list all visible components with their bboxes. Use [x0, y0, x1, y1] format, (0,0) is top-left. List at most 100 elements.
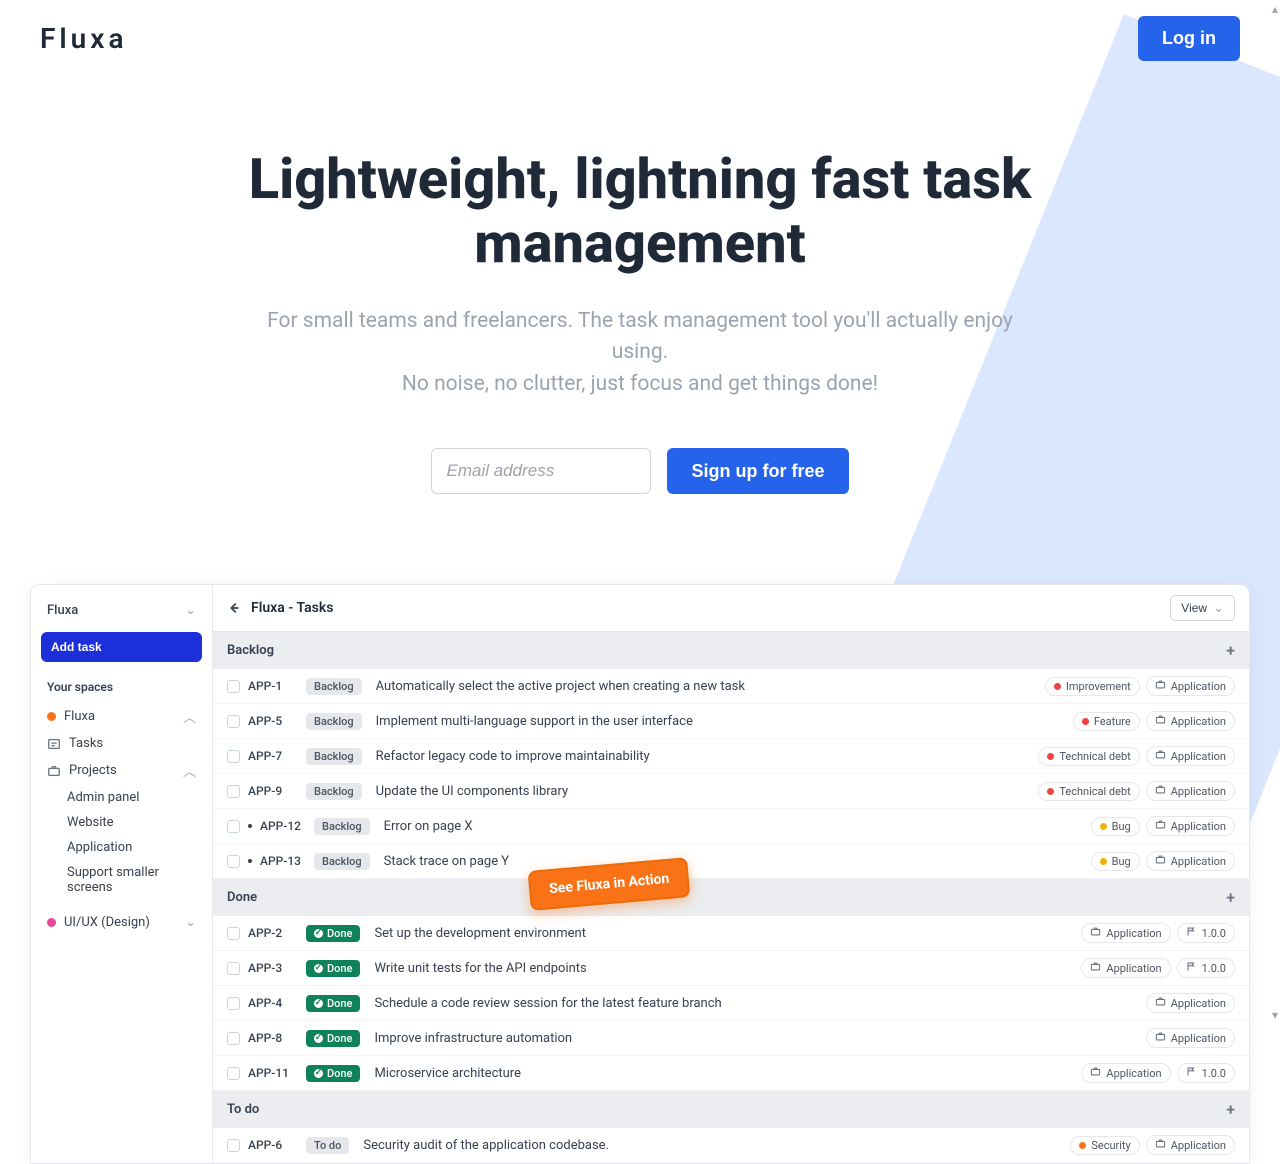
view-button-label: View: [1181, 601, 1207, 615]
sidebar-item-label: Website: [67, 815, 114, 830]
hero-subtitle-2: No noise, no clutter, just focus and get…: [250, 369, 1030, 401]
task-checkbox[interactable]: [227, 1032, 240, 1045]
status-chip: Done: [306, 925, 360, 942]
task-checkbox[interactable]: [227, 927, 240, 940]
task-checkbox[interactable]: [227, 855, 240, 868]
type-color-dot: [1047, 753, 1054, 760]
task-title: Security audit of the application codeba…: [363, 1138, 1062, 1153]
type-color-dot: [1047, 788, 1054, 795]
signup-button[interactable]: Sign up for free: [667, 448, 848, 494]
add-task-button[interactable]: Add task: [41, 632, 202, 662]
project-pill: Application: [1146, 851, 1235, 871]
status-chip: Backlog: [306, 783, 362, 800]
flag-icon: [1186, 961, 1197, 975]
task-row[interactable]: APP-7BacklogRefactor legacy code to impr…: [213, 739, 1249, 774]
sidebar-item-uiux[interactable]: UI/UX (Design) ⌄: [41, 910, 202, 935]
project-pill: Application: [1146, 676, 1235, 696]
project-pill: Application: [1146, 816, 1235, 836]
status-chip: Backlog: [306, 748, 362, 765]
briefcase-icon: [1155, 714, 1166, 728]
sidebar-item-website[interactable]: Website: [41, 810, 202, 835]
space-color-dot: [47, 712, 56, 721]
add-task-icon[interactable]: +: [1226, 888, 1235, 907]
sidebar-item-label: Admin panel: [67, 790, 139, 805]
type-pill: Bug: [1091, 817, 1140, 836]
brand-logo[interactable]: Fluxa: [40, 22, 128, 55]
task-row[interactable]: APP-5BacklogImplement multi-language sup…: [213, 704, 1249, 739]
sidebar-item-label: UI/UX (Design): [64, 915, 150, 930]
task-title: Update the UI components library: [376, 784, 1031, 799]
task-checkbox[interactable]: [227, 1067, 240, 1080]
app-sidebar: Fluxa ⌄ Add task Your spaces Fluxa ︿ Tas…: [31, 585, 213, 1163]
sidebar-item-label: Support smaller screens: [67, 865, 196, 895]
version-pill: 1.0.0: [1177, 1063, 1235, 1083]
briefcase-icon: [1155, 679, 1166, 693]
login-button[interactable]: Log in: [1138, 16, 1240, 61]
project-pill: Application: [1146, 1028, 1235, 1048]
project-pill: Application: [1146, 746, 1235, 766]
project-pill: Application: [1081, 958, 1170, 978]
section-title: To do: [227, 1102, 259, 1117]
briefcase-icon: [1155, 819, 1166, 833]
briefcase-icon: [1155, 1031, 1166, 1045]
sidebar-item-support-smaller[interactable]: Support smaller screens: [41, 860, 202, 900]
task-row[interactable]: APP-3DoneWrite unit tests for the API en…: [213, 951, 1249, 986]
type-color-dot: [1082, 718, 1089, 725]
briefcase-icon: [47, 764, 61, 778]
hero-subtitle-1: For small teams and freelancers. The tas…: [250, 306, 1030, 369]
version-pill: 1.0.0: [1177, 923, 1235, 943]
add-task-icon[interactable]: +: [1226, 1100, 1235, 1119]
add-task-icon[interactable]: +: [1226, 641, 1235, 660]
scrollbar-down-icon[interactable]: ▾: [1272, 1008, 1278, 1022]
task-id: APP-5: [248, 714, 298, 728]
task-id: APP-2: [248, 926, 298, 940]
sidebar-item-tasks[interactable]: Tasks: [41, 731, 202, 756]
task-row[interactable]: APP-6To doSecurity audit of the applicat…: [213, 1128, 1249, 1163]
task-id: APP-12: [260, 819, 306, 833]
scrollbar-up-icon[interactable]: ▴: [1272, 2, 1278, 16]
task-checkbox[interactable]: [227, 1139, 240, 1152]
task-checkbox[interactable]: [227, 715, 240, 728]
task-id: APP-7: [248, 749, 298, 763]
task-row[interactable]: APP-8DoneImprove infrastructure automati…: [213, 1021, 1249, 1056]
sidebar-item-label: Fluxa: [64, 709, 95, 724]
project-pill: Application: [1146, 781, 1235, 801]
workspace-selector[interactable]: Fluxa ⌄: [41, 597, 202, 632]
status-chip: Done: [306, 1030, 360, 1047]
workspace-name: Fluxa: [47, 603, 78, 618]
briefcase-icon: [1090, 926, 1101, 940]
task-row[interactable]: APP-11DoneMicroservice architectureAppli…: [213, 1056, 1249, 1091]
task-row[interactable]: APP-2DoneSet up the development environm…: [213, 916, 1249, 951]
task-row[interactable]: APP-1BacklogAutomatically select the act…: [213, 669, 1249, 704]
briefcase-icon: [1155, 749, 1166, 763]
sidebar-item-application[interactable]: Application: [41, 835, 202, 860]
task-checkbox[interactable]: [227, 680, 240, 693]
task-checkbox[interactable]: [227, 820, 240, 833]
task-checkbox[interactable]: [227, 785, 240, 798]
email-input[interactable]: [431, 448, 651, 494]
task-id: APP-9: [248, 784, 298, 798]
task-title: Microservice architecture: [374, 1066, 1073, 1081]
task-row[interactable]: APP-9 Backlog Update the UI components lib…: [213, 774, 1249, 809]
task-row[interactable]: APP-13BacklogStack trace on page YBugApp…: [213, 844, 1249, 879]
task-checkbox[interactable]: [227, 750, 240, 763]
task-row[interactable]: APP-4DoneSchedule a code review session …: [213, 986, 1249, 1021]
task-checkbox[interactable]: [227, 997, 240, 1010]
status-chip: Backlog: [314, 818, 370, 835]
task-checkbox[interactable]: [227, 962, 240, 975]
status-chip: Done: [306, 995, 360, 1012]
task-id: APP-3: [248, 961, 298, 975]
project-pill: Application: [1146, 993, 1235, 1013]
chevron-up-icon: ︿: [183, 707, 196, 726]
type-color-dot: [1100, 823, 1107, 830]
briefcase-icon: [1155, 1138, 1166, 1152]
sidebar-item-admin-panel[interactable]: Admin panel: [41, 785, 202, 810]
view-button[interactable]: View ⌄: [1170, 595, 1235, 621]
type-pill: Security: [1070, 1136, 1139, 1155]
type-color-dot: [1054, 683, 1061, 690]
back-arrow-icon[interactable]: [227, 601, 241, 615]
task-row[interactable]: APP-12BacklogError on page XBugApplicati…: [213, 809, 1249, 844]
sidebar-item-fluxa[interactable]: Fluxa ︿: [41, 702, 202, 731]
sidebar-item-projects[interactable]: Projects ︿: [41, 756, 202, 785]
chevron-down-icon: ⌄: [185, 915, 196, 930]
